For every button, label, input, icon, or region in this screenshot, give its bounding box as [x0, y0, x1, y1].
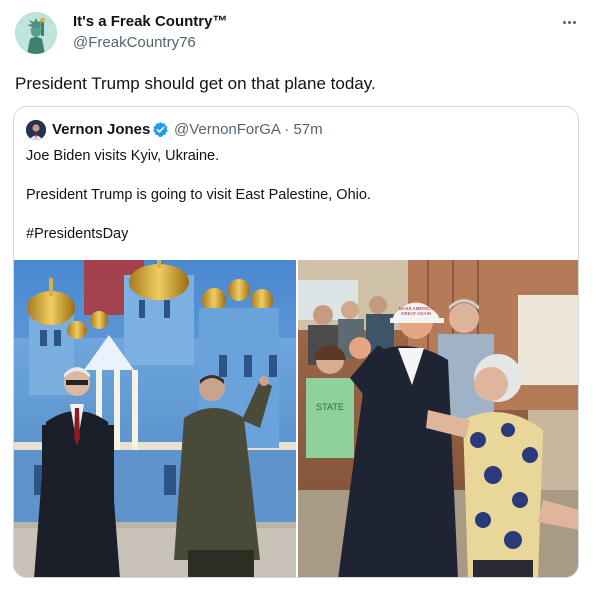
trump-east-palestine-photo[interactable]: STATE MAKE AMERICA GREAT AGAIN [298, 260, 578, 577]
quoted-author-handle: @VernonForGA [174, 121, 281, 138]
author-name[interactable]: It's a Freak Country™ [73, 13, 227, 30]
more-options-button[interactable] [556, 12, 582, 32]
author-avatar[interactable] [15, 12, 57, 54]
verified-badge-icon [153, 122, 168, 138]
svg-text:GREAT AGAIN: GREAT AGAIN [401, 311, 431, 316]
quoted-text-line-2: President Trump is going to visit East P… [26, 187, 371, 203]
tweet-text: President Trump should get on that plane… [15, 74, 376, 93]
quoted-hashtag[interactable]: #PresidentsDay [26, 226, 128, 242]
statue-of-liberty-icon [15, 12, 57, 54]
quoted-author-name: Vernon Jones [52, 121, 151, 138]
quoted-text-line-1: Joe Biden visits Kyiv, Ukraine. [26, 148, 220, 164]
quoted-media-grid: STATE MAKE AMERICA GREAT AGAIN [14, 260, 578, 577]
more-horizontal-icon [562, 20, 566, 24]
quoted-author-avatar [26, 120, 46, 140]
svg-text:STATE: STATE [316, 402, 344, 412]
biden-kyiv-photo[interactable] [14, 260, 296, 577]
quoted-tweet-time: 57m [293, 121, 323, 138]
tweet[interactable]: It's a Freak Country™ @FreakCountry76 Pr… [0, 0, 596, 591]
quoted-tweet[interactable]: Vernon Jones @VernonForGA · 57m Joe Bide… [13, 106, 579, 578]
author-handle[interactable]: @FreakCountry76 [73, 34, 196, 51]
quoted-author-handle-time: @VernonForGA · 57m [174, 121, 323, 138]
